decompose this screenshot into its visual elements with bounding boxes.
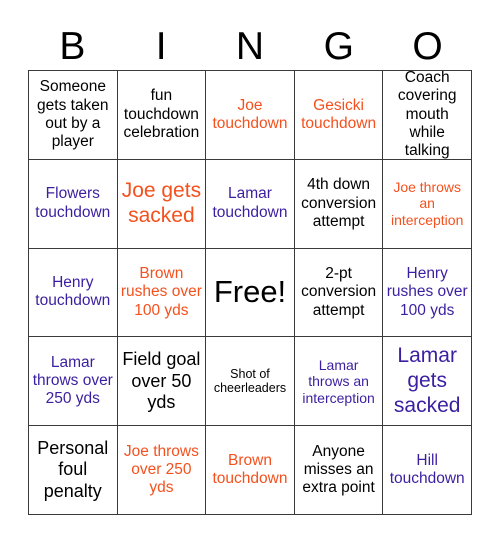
bingo-cell-label: Shot of cheerleaders bbox=[213, 366, 287, 396]
bingo-cell[interactable]: Flowers touchdown bbox=[29, 159, 118, 249]
bingo-cell[interactable]: Joe touchdown bbox=[206, 71, 295, 160]
bingo-cell[interactable]: Lamar throws over 250 yds bbox=[29, 337, 118, 427]
bingo-cell[interactable]: Joe gets sacked bbox=[117, 159, 207, 249]
bingo-cell[interactable]: Personal foul penalty bbox=[29, 426, 118, 515]
bingo-cell[interactable]: Shot of cheerleaders bbox=[206, 337, 295, 427]
bingo-card: B I N G O Someone gets taken out by a player… bbox=[0, 0, 500, 544]
bingo-cell-label: Hill touchdown bbox=[389, 451, 465, 488]
bingo-cell-label: Henry rushes over 100 yds bbox=[386, 265, 468, 319]
bingo-cell[interactable]: Lamar throws an interception bbox=[294, 337, 384, 427]
bingo-cell[interactable]: Lamar touchdown bbox=[206, 159, 295, 249]
bingo-cell-label: Lamar throws an interception bbox=[302, 356, 375, 406]
bingo-cell-label: Personal foul penalty bbox=[37, 438, 109, 501]
bingo-cell-label: 2-pt conversion attempt bbox=[301, 265, 377, 319]
bingo-cell-label: Joe throws an interception bbox=[390, 178, 464, 228]
bingo-cell-label: Flowers touchdown bbox=[35, 185, 111, 221]
bingo-header: BINGO bbox=[28, 22, 472, 70]
bingo-cell[interactable]: Lamar gets sacked bbox=[383, 337, 472, 427]
bingo-cell-label: Someone gets taken out by a player bbox=[37, 78, 109, 151]
bingo-cell[interactable]: Someone gets taken out by a player bbox=[29, 71, 118, 160]
bingo-cell-label: Joe touchdown bbox=[212, 96, 288, 132]
bingo-cell-label: fun touchdown celebration bbox=[123, 87, 200, 142]
bingo-cell-label: Joe throws over 250 yds bbox=[123, 442, 199, 497]
bingo-cell-label: Joe gets sacked bbox=[121, 178, 202, 227]
bingo-cell-label: 4th down conversion attempt bbox=[301, 176, 377, 230]
bingo-cell-label: Free! bbox=[213, 274, 287, 310]
bingo-cell-label: Lamar touchdown bbox=[212, 185, 288, 221]
bingo-cell-label: Lamar throws over 250 yds bbox=[32, 353, 113, 408]
bingo-grid: Someone gets taken out by a player fun to… bbox=[28, 70, 472, 515]
bingo-cell[interactable]: Field goal over 50 yds bbox=[117, 337, 207, 427]
bingo-cell-label: Henry touchdown bbox=[35, 274, 111, 310]
bingo-cell[interactable]: Henry touchdown bbox=[29, 248, 118, 338]
bingo-cell-label: Gesicki touchdown bbox=[301, 96, 377, 132]
bingo-cell[interactable]: 4th down conversion attempt bbox=[294, 159, 384, 249]
bingo-cell[interactable]: Henry rushes over 100 yds bbox=[383, 248, 472, 338]
bingo-cell-label: Brown touchdown bbox=[212, 451, 288, 488]
bingo-cell-label: Field goal over 50 yds bbox=[122, 349, 201, 412]
bingo-header-letter-b: B bbox=[59, 24, 86, 68]
bingo-cell[interactable]: Coach covering mouth while talking bbox=[383, 71, 472, 160]
bingo-header-letter-g: G bbox=[323, 24, 354, 68]
bingo-cell[interactable]: Anyone misses an extra point bbox=[294, 426, 384, 515]
bingo-cell[interactable]: 2-pt conversion attempt bbox=[294, 248, 384, 338]
bingo-cell[interactable]: Joe throws an interception bbox=[383, 159, 472, 249]
bingo-cell-label: Anyone misses an extra point bbox=[302, 442, 375, 497]
bingo-cell[interactable]: Brown touchdown bbox=[206, 426, 295, 515]
bingo-cell[interactable]: fun touchdown celebration bbox=[117, 71, 207, 160]
bingo-cell[interactable]: Joe throws over 250 yds bbox=[117, 426, 207, 515]
bingo-header-letter-i: I bbox=[155, 24, 167, 68]
bingo-cell[interactable]: Hill touchdown bbox=[383, 426, 472, 515]
bingo-header-letter-n: N bbox=[235, 24, 265, 68]
bingo-cell-label: Brown rushes over 100 yds bbox=[120, 265, 202, 319]
bingo-cell[interactable]: Brown rushes over 100 yds bbox=[117, 248, 207, 338]
bingo-free-space[interactable]: Free! bbox=[206, 248, 295, 338]
bingo-cell-label: Lamar gets sacked bbox=[393, 344, 461, 417]
bingo-cell-label: Coach covering mouth while talking bbox=[397, 71, 457, 160]
bingo-cell[interactable]: Gesicki touchdown bbox=[294, 71, 384, 160]
bingo-header-letter-o: O bbox=[412, 24, 443, 68]
